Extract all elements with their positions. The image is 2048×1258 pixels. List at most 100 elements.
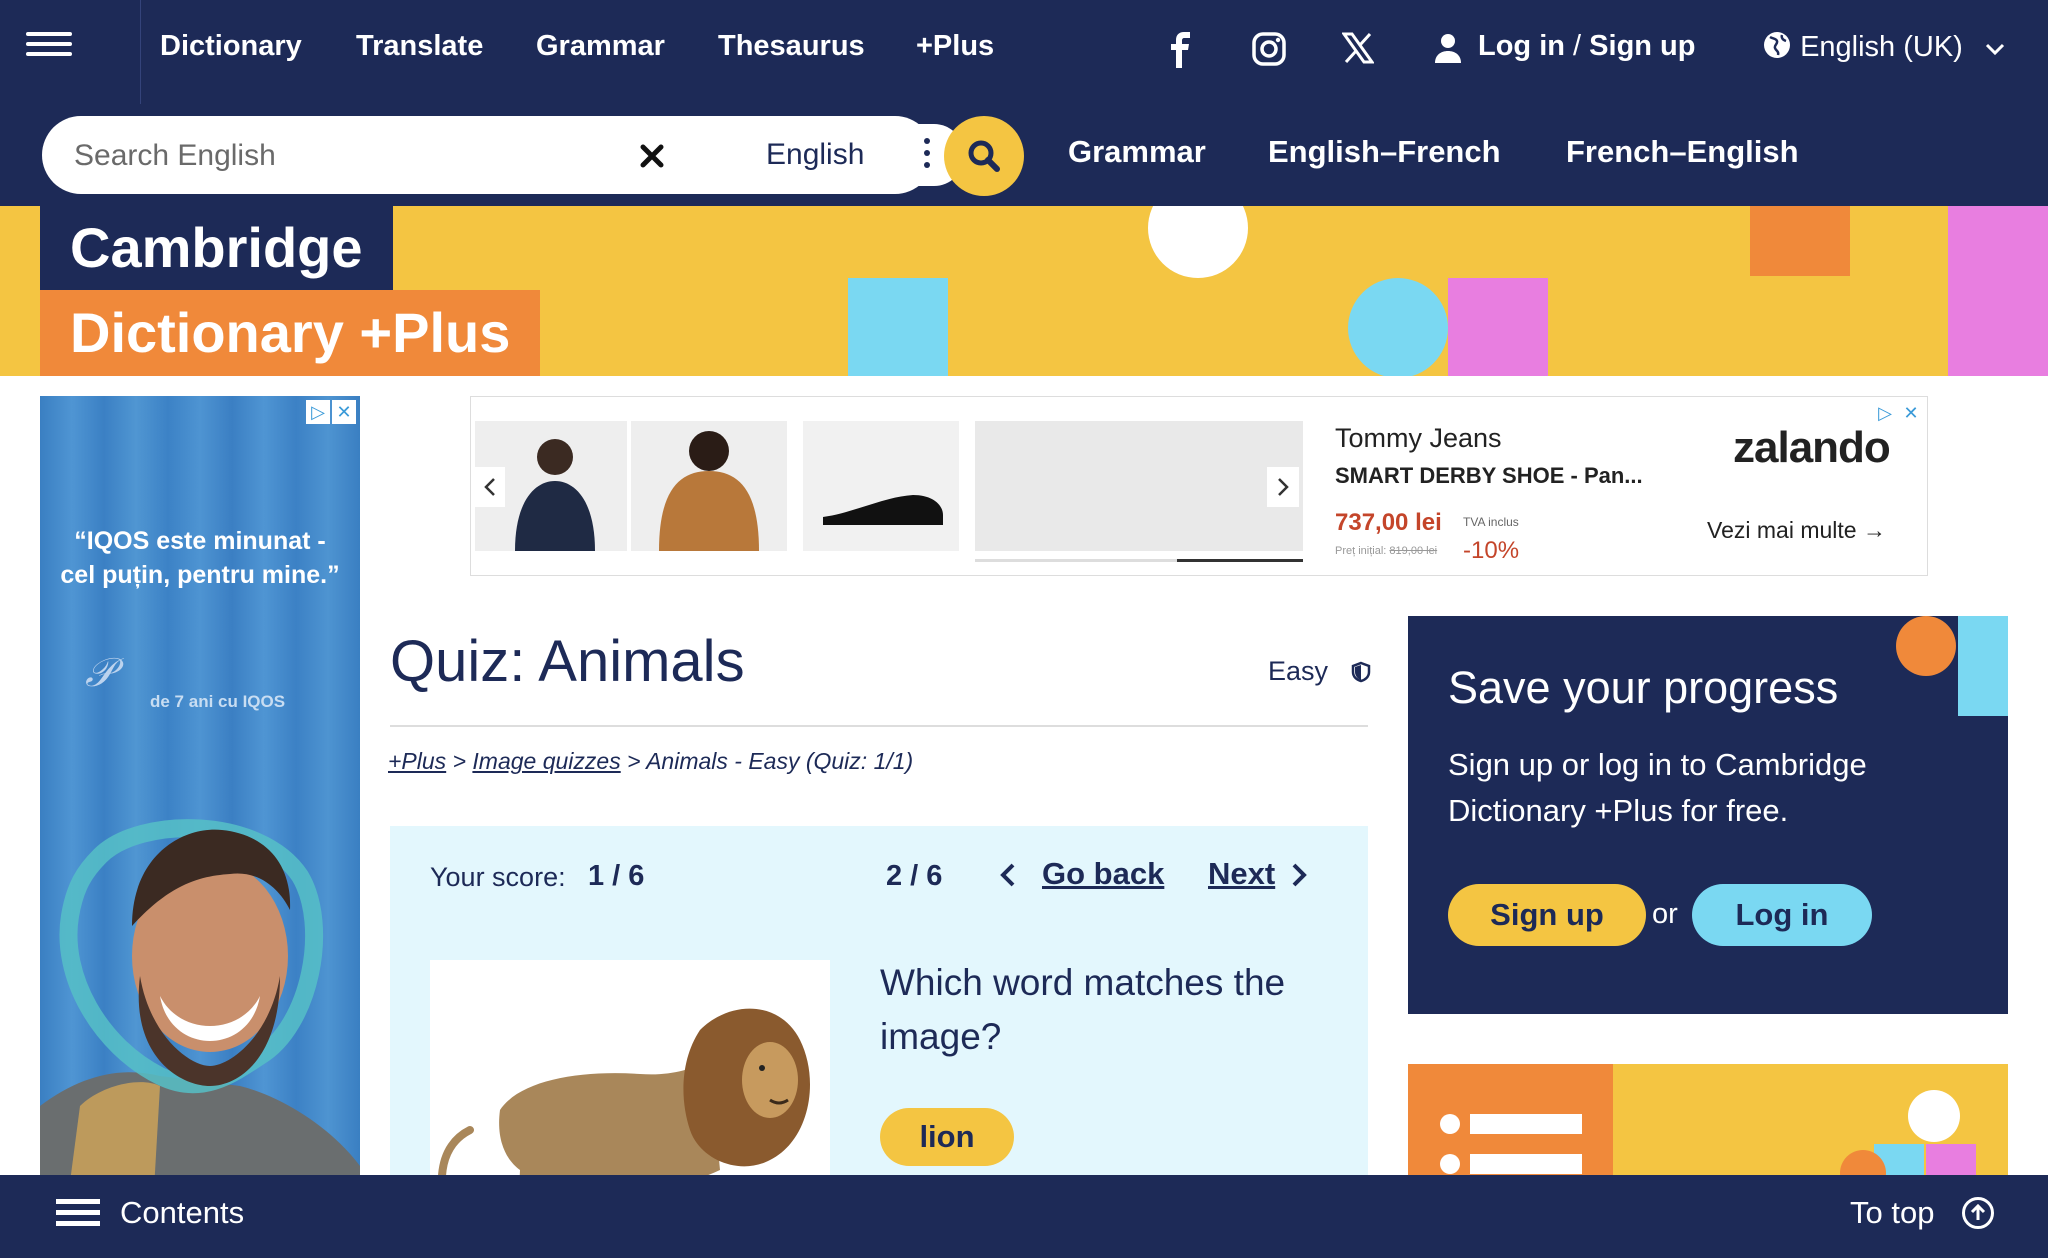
- ad-controls: ▷ ✕: [306, 400, 356, 424]
- nav-translate[interactable]: Translate: [356, 30, 483, 63]
- signup-link[interactable]: Sign up: [1589, 30, 1695, 62]
- go-back-label: Go back: [1042, 856, 1165, 891]
- ad-controls: ▷ ✕: [1873, 401, 1923, 425]
- dictionary-selector[interactable]: English: [722, 124, 964, 186]
- decorative-square: [1750, 206, 1850, 276]
- search-button[interactable]: [944, 116, 1024, 196]
- instagram-icon[interactable]: [1252, 32, 1286, 66]
- ad-initial-price: Preț inițial: 819,00 lei: [1335, 545, 1437, 557]
- login-button[interactable]: Log in: [1692, 884, 1872, 946]
- list-bullet-icon: [1440, 1154, 1460, 1174]
- x-twitter-icon[interactable]: [1342, 32, 1374, 64]
- product-image[interactable]: [631, 421, 787, 551]
- carousel-prev[interactable]: [475, 467, 505, 507]
- search-box: English: [42, 116, 964, 194]
- ad-initial-price-value: 819,00 lei: [1389, 545, 1438, 557]
- breadcrumb-plus[interactable]: +Plus: [388, 748, 446, 774]
- next-button[interactable]: Next: [1208, 856, 1309, 892]
- ad-discount: -10%: [1463, 537, 1520, 564]
- ad-initial-price-label: Preț inițial:: [1335, 545, 1387, 557]
- product-image[interactable]: [803, 421, 959, 551]
- breadcrumb-current: > Animals - Easy (Quiz: 1/1): [627, 748, 914, 774]
- contents-button[interactable]: Contents: [56, 1193, 244, 1231]
- clear-icon[interactable]: [630, 134, 674, 178]
- search-input[interactable]: [72, 134, 636, 178]
- adchoices-icon[interactable]: ▷: [1873, 401, 1897, 425]
- ad-quote: “IQOS este minunat - cel puțin, pentru m…: [60, 527, 340, 589]
- dictionary-selector-label: English: [766, 138, 865, 171]
- decorative-circle: [1896, 616, 1956, 676]
- save-progress-text: Sign up or log in to Cambridge Dictionar…: [1448, 747, 1867, 828]
- score-value: 1 / 6: [588, 860, 645, 892]
- ad-more-label: Vezi mai multe: [1707, 517, 1857, 543]
- nav-dictionary[interactable]: Dictionary: [160, 30, 302, 63]
- left-advertisement[interactable]: ▷ ✕ “IQOS este minunat - cel puțin, pent…: [40, 396, 360, 1258]
- auth-links: Log in / Sign up: [1478, 30, 1696, 63]
- language-selector[interactable]: English (UK): [1762, 30, 2005, 64]
- decorative-square: [848, 278, 948, 376]
- breadcrumb-separator: >: [452, 748, 467, 774]
- chevron-left-icon: [484, 478, 495, 496]
- search-icon: [968, 140, 1000, 172]
- chevron-right-icon: [1278, 478, 1289, 496]
- signup-button[interactable]: Sign up: [1448, 884, 1646, 946]
- ad-price: 737,00 lei: [1335, 509, 1442, 536]
- signature-mark: 𝒫: [85, 650, 114, 696]
- page-title: Quiz: Animals: [390, 629, 745, 694]
- top-navigation-bar: Dictionary Translate Grammar Thesaurus +…: [0, 0, 2048, 105]
- list-line-icon: [1470, 1154, 1582, 1174]
- nav-thesaurus[interactable]: Thesaurus: [718, 30, 865, 63]
- score-label: Your score:: [430, 862, 566, 892]
- difficulty-label: Easy: [1268, 656, 1329, 686]
- quicklink-english-french[interactable]: English–French: [1268, 134, 1501, 170]
- facebook-icon[interactable]: [1166, 32, 1194, 68]
- decorative-circle: [1148, 206, 1248, 278]
- user-icon[interactable]: [1434, 32, 1462, 64]
- chevron-left-icon: [1000, 863, 1015, 887]
- quicklink-grammar[interactable]: Grammar: [1068, 134, 1206, 170]
- decorative-rectangle: [1958, 616, 2008, 716]
- save-progress-title: Save your progress: [1448, 662, 1839, 713]
- menu-icon[interactable]: [26, 26, 72, 64]
- nav-plus[interactable]: +Plus: [916, 30, 994, 63]
- chevron-right-icon: [1292, 863, 1308, 887]
- difficulty-badge: Easy: [1268, 656, 1372, 687]
- close-icon[interactable]: ✕: [332, 400, 356, 424]
- go-back-button[interactable]: Go back: [998, 856, 1164, 892]
- close-icon[interactable]: ✕: [1899, 401, 1923, 425]
- chevron-down-icon: [1985, 43, 2004, 56]
- question-text: Which word matches the image?: [880, 962, 1286, 1057]
- contents-icon: [56, 1199, 100, 1226]
- product-advertisement[interactable]: Tommy Jeans SMART DERBY SHOE - Pan... 73…: [470, 396, 1928, 576]
- save-progress-panel: Save your progress Sign up or log in to …: [1408, 616, 2008, 1014]
- arrow-right-icon: →: [1862, 517, 1886, 543]
- nav-grammar[interactable]: Grammar: [536, 30, 665, 63]
- ad-product-brand: Tommy Jeans: [1335, 423, 1502, 453]
- brand-subtitle[interactable]: Dictionary +Plus: [40, 290, 541, 376]
- quicklink-french-english[interactable]: French–English: [1566, 134, 1799, 170]
- auth-separator: /: [1573, 30, 1582, 62]
- ad-product-name: SMART DERBY SHOE - Pan...: [1335, 463, 1643, 488]
- decorative-circle: [1348, 278, 1448, 376]
- ad-more-link[interactable]: Vezi mai multe →: [1707, 517, 1886, 544]
- decorative-square: [1948, 206, 2048, 376]
- question-progress: 2 / 6: [886, 860, 943, 892]
- brand-name[interactable]: Cambridge: [40, 206, 393, 290]
- carousel-progress: [975, 559, 1303, 562]
- decorative-circle: [1908, 1090, 1960, 1142]
- ad-vat-note: TVA inclus: [1463, 515, 1519, 529]
- to-top-button[interactable]: To top: [1850, 1195, 1934, 1231]
- contents-label: Contents: [120, 1195, 245, 1230]
- globe-icon: [1764, 32, 1790, 58]
- product-image-placeholder: [975, 421, 1303, 551]
- bottom-toolbar: Contents To top: [0, 1175, 2048, 1258]
- adchoices-icon[interactable]: ▷: [306, 400, 330, 424]
- or-text: or: [1652, 898, 1678, 930]
- breadcrumb-image-quizzes[interactable]: Image quizzes: [472, 748, 620, 774]
- ad-logo: zalando: [1733, 423, 1891, 472]
- carousel-next[interactable]: [1267, 467, 1299, 507]
- arrow-up-icon[interactable]: [1962, 1197, 1994, 1229]
- login-link[interactable]: Log in: [1478, 30, 1565, 62]
- answer-option[interactable]: lion: [880, 1108, 1014, 1166]
- divider: [390, 725, 1368, 727]
